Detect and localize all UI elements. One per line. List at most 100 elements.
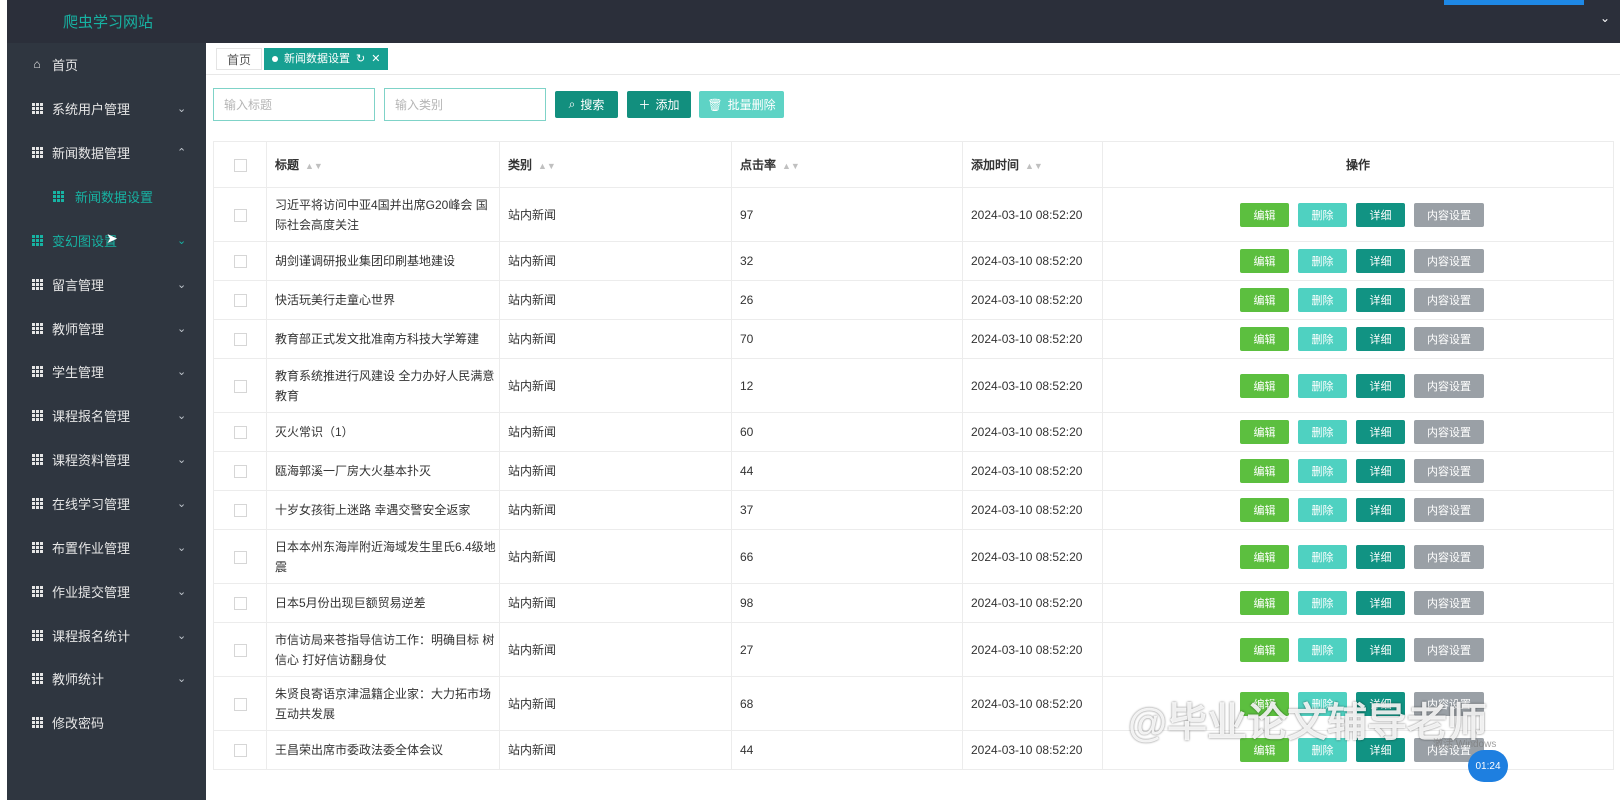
header-category[interactable]: 类别 ▲▼ xyxy=(499,141,732,188)
sidebar-item-8[interactable]: 课程报名管理 ⌄ xyxy=(7,394,206,436)
delete-button[interactable]: 删除 xyxy=(1298,288,1347,312)
sort-icon[interactable]: ▲▼ xyxy=(1025,161,1043,171)
close-icon[interactable]: ✕ xyxy=(371,48,380,70)
sort-icon[interactable]: ▲▼ xyxy=(538,161,556,171)
delete-button[interactable]: 删除 xyxy=(1298,544,1347,569)
detail-button[interactable]: 详细 xyxy=(1356,202,1405,227)
content-settings-button[interactable]: 内容设置 xyxy=(1414,591,1484,615)
refresh-icon[interactable]: ↻ xyxy=(356,48,365,70)
detail-button[interactable]: 详细 xyxy=(1356,544,1405,569)
batch-delete-button[interactable]: 🗑 批量删除 xyxy=(699,91,784,118)
content-settings-button[interactable]: 内容设置 xyxy=(1414,202,1484,227)
row-checkbox[interactable] xyxy=(233,255,247,269)
content-settings-button[interactable]: 内容设置 xyxy=(1414,459,1484,483)
edit-button[interactable]: 编辑 xyxy=(1240,420,1289,444)
row-checkbox[interactable] xyxy=(233,208,247,222)
detail-button[interactable]: 详细 xyxy=(1356,373,1405,398)
row-checkbox[interactable] xyxy=(233,333,247,347)
detail-button[interactable]: 详细 xyxy=(1356,327,1405,351)
delete-button[interactable]: 删除 xyxy=(1298,459,1347,483)
delete-button[interactable]: 删除 xyxy=(1298,202,1347,227)
row-checkbox[interactable] xyxy=(233,550,247,564)
chevron-down-icon[interactable]: ⌄ xyxy=(1600,11,1610,25)
detail-button[interactable]: 详细 xyxy=(1356,691,1405,716)
sort-icon[interactable]: ▲▼ xyxy=(782,161,800,171)
row-checkbox[interactable] xyxy=(233,597,247,611)
row-checkbox[interactable] xyxy=(233,294,247,308)
row-checkbox[interactable] xyxy=(233,744,247,758)
detail-button[interactable]: 详细 xyxy=(1356,637,1405,662)
search-button[interactable]: ⌕ 搜索 xyxy=(555,91,618,118)
sidebar-item-9[interactable]: 课程资料管理 ⌄ xyxy=(7,438,206,480)
edit-button[interactable]: 编辑 xyxy=(1240,498,1289,522)
row-checkbox[interactable] xyxy=(233,504,247,518)
row-checkbox[interactable] xyxy=(233,465,247,479)
content-settings-button[interactable]: 内容设置 xyxy=(1414,637,1484,662)
sidebar-item-7[interactable]: 学生管理 ⌄ xyxy=(7,350,206,392)
edit-button[interactable]: 编辑 xyxy=(1240,373,1289,398)
sidebar-item-10[interactable]: 在线学习管理 ⌄ xyxy=(7,482,206,524)
content-settings-button[interactable]: 内容设置 xyxy=(1414,288,1484,312)
content-settings-button[interactable]: 内容设置 xyxy=(1414,327,1484,351)
sidebar-item-13[interactable]: 课程报名统计 ⌄ xyxy=(7,614,206,656)
edit-button[interactable]: 编辑 xyxy=(1240,591,1289,615)
delete-button[interactable]: 删除 xyxy=(1298,420,1347,444)
category-search-input[interactable] xyxy=(384,88,546,121)
detail-button[interactable]: 详细 xyxy=(1356,498,1405,522)
edit-button[interactable]: 编辑 xyxy=(1240,202,1289,227)
sidebar-item-15[interactable]: 修改密码 xyxy=(7,701,206,743)
edit-button[interactable]: 编辑 xyxy=(1240,288,1289,312)
detail-button[interactable]: 详细 xyxy=(1356,459,1405,483)
content-settings-button[interactable]: 内容设置 xyxy=(1414,544,1484,569)
sidebar-item-11[interactable]: 布置作业管理 ⌄ xyxy=(7,526,206,568)
detail-button[interactable]: 详细 xyxy=(1356,420,1405,444)
sidebar-subitem-3[interactable]: 新闻数据设置 xyxy=(7,175,206,217)
sort-icon[interactable]: ▲▼ xyxy=(305,161,323,171)
edit-button[interactable]: 编辑 xyxy=(1240,691,1289,716)
content-settings-button[interactable]: 内容设置 xyxy=(1414,498,1484,522)
cell-ops: 编辑 删除 详细 内容设置 xyxy=(1102,358,1614,413)
detail-button[interactable]: 详细 xyxy=(1356,738,1405,762)
add-button[interactable]: ＋ 添加 xyxy=(627,91,691,118)
edit-button[interactable]: 编辑 xyxy=(1240,738,1289,762)
detail-button[interactable]: 详细 xyxy=(1356,249,1405,273)
edit-button[interactable]: 编辑 xyxy=(1240,327,1289,351)
delete-button[interactable]: 删除 xyxy=(1298,738,1347,762)
title-search-input[interactable] xyxy=(213,88,375,121)
detail-button[interactable]: 详细 xyxy=(1356,591,1405,615)
header-title[interactable]: 标题 ▲▼ xyxy=(266,141,500,188)
select-all-checkbox[interactable] xyxy=(233,158,247,172)
sidebar-item-12[interactable]: 作业提交管理 ⌄ xyxy=(7,570,206,612)
sidebar-item-4[interactable]: 变幻图设置 ⌄ xyxy=(7,219,206,261)
delete-button[interactable]: 删除 xyxy=(1298,249,1347,273)
edit-button[interactable]: 编辑 xyxy=(1240,249,1289,273)
sidebar-item-14[interactable]: 教师统计 ⌄ xyxy=(7,657,206,699)
edit-button[interactable]: 编辑 xyxy=(1240,459,1289,483)
sidebar-item-2[interactable]: 新闻数据管理 ⌃ xyxy=(7,131,206,173)
row-checkbox[interactable] xyxy=(233,379,247,393)
sidebar-item-5[interactable]: 留言管理 ⌄ xyxy=(7,263,206,305)
tab-home[interactable]: 首页 xyxy=(216,48,263,70)
sidebar-item-1[interactable]: 系统用户管理 ⌄ xyxy=(7,87,206,129)
header-added[interactable]: 添加时间 ▲▼ xyxy=(962,141,1103,188)
row-checkbox[interactable] xyxy=(233,643,247,657)
sidebar-item-6[interactable]: 教师管理 ⌄ xyxy=(7,307,206,349)
content-settings-button[interactable]: 内容设置 xyxy=(1414,691,1484,716)
content-settings-button[interactable]: 内容设置 xyxy=(1414,373,1484,398)
row-checkbox[interactable] xyxy=(233,426,247,440)
tab-news-data-settings[interactable]: 新闻数据设置 ↻ ✕ xyxy=(264,48,389,70)
delete-button[interactable]: 删除 xyxy=(1298,498,1347,522)
delete-button[interactable]: 删除 xyxy=(1298,373,1347,398)
delete-button[interactable]: 删除 xyxy=(1298,591,1347,615)
row-checkbox[interactable] xyxy=(233,697,247,711)
delete-button[interactable]: 删除 xyxy=(1298,327,1347,351)
sidebar-item-0[interactable]: ⌂ 首页 xyxy=(7,43,206,85)
header-clicks[interactable]: 点击率 ▲▼ xyxy=(731,141,963,188)
detail-button[interactable]: 详细 xyxy=(1356,288,1405,312)
content-settings-button[interactable]: 内容设置 xyxy=(1414,249,1484,273)
edit-button[interactable]: 编辑 xyxy=(1240,637,1289,662)
delete-button[interactable]: 删除 xyxy=(1298,691,1347,716)
delete-button[interactable]: 删除 xyxy=(1298,637,1347,662)
edit-button[interactable]: 编辑 xyxy=(1240,544,1289,569)
content-settings-button[interactable]: 内容设置 xyxy=(1414,420,1484,444)
